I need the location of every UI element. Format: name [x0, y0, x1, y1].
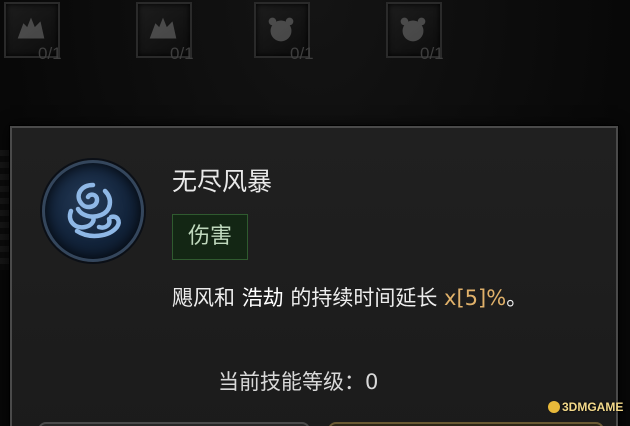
cancel-button[interactable] — [38, 422, 310, 426]
logo-icon — [548, 401, 560, 413]
wolf-icon — [17, 17, 45, 39]
desc-value: x[5]% — [444, 286, 507, 310]
confirm-button[interactable] — [328, 422, 604, 426]
skill-description: 飓风和 浩劫 的持续时间延长 x[5]%。 — [172, 282, 527, 312]
game-screen: 0/1 0/1 0/1 0/1 无尽风暴 伤害 飓风和 浩劫 的持续时间延长 x… — [0, 0, 630, 426]
watermark-text: 3DMGAME — [562, 400, 624, 414]
slot-count: 0/1 — [290, 44, 314, 63]
slot-count: 0/1 — [170, 44, 194, 63]
bear-icon — [400, 17, 426, 42]
desc-skill-name: 浩劫 — [241, 286, 284, 310]
watermark-logo: 3DMGAME — [548, 400, 623, 414]
skill-title: 无尽风暴 — [172, 167, 273, 196]
desc-part: 飓风和 — [172, 286, 242, 310]
whirlwind-icon — [42, 160, 144, 262]
skill-tooltip: 无尽风暴 伤害 飓风和 浩劫 的持续时间延长 x[5]%。 当前技能等级：0 — [10, 126, 618, 426]
slot-count: 0/1 — [420, 44, 444, 63]
bear-icon — [268, 17, 294, 42]
current-skill-level: 当前技能等级：0 — [218, 370, 379, 394]
whirlwind-glyph — [67, 182, 121, 239]
desc-end: 。 — [506, 286, 528, 310]
wolf-icon — [149, 17, 177, 39]
damage-tag: 伤害 — [172, 214, 248, 260]
desc-part: 的持续时间延长 — [283, 286, 445, 310]
slot-count: 0/1 — [38, 44, 62, 63]
